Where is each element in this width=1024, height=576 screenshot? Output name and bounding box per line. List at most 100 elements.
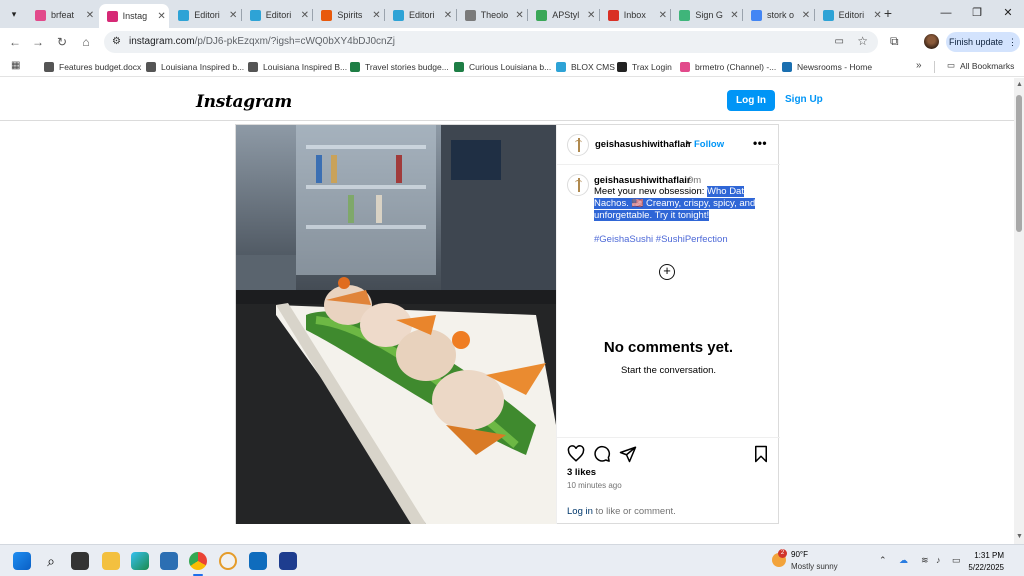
login-link[interactable]: Log in bbox=[567, 506, 593, 517]
tab-close-icon[interactable]: ✕ bbox=[155, 11, 169, 22]
volume-icon[interactable]: ♪ bbox=[936, 555, 941, 565]
url-text[interactable]: instagram.com/p/DJ6-pkEzqxm/?igsh=cWQ0bX… bbox=[129, 36, 395, 47]
app-icon[interactable] bbox=[219, 552, 237, 570]
add-circle-icon[interactable]: + bbox=[659, 264, 675, 280]
bookmark-item[interactable]: Features budget.docx bbox=[44, 60, 141, 73]
start-windows-icon[interactable] bbox=[13, 552, 31, 570]
reload-icon[interactable]: ↻ bbox=[54, 34, 70, 50]
battery-icon[interactable]: ▭ bbox=[952, 555, 961, 566]
signup-link[interactable]: Sign Up bbox=[785, 94, 823, 105]
tab-close-icon[interactable]: ✕ bbox=[799, 10, 813, 21]
clock-time[interactable]: 1:31 PM bbox=[962, 551, 1004, 560]
wifi-icon[interactable]: ≋ bbox=[921, 555, 929, 566]
install-app-icon[interactable]: ▭ bbox=[835, 36, 844, 47]
bookmark-item[interactable]: Louisiana Inspired b... bbox=[146, 60, 244, 73]
finish-update-button[interactable]: Finish update ⋮ bbox=[946, 32, 1020, 52]
tab-close-icon[interactable]: ✕ bbox=[441, 10, 455, 21]
tab-close-icon[interactable]: ✕ bbox=[513, 10, 527, 21]
bookmark-favicon-icon bbox=[350, 61, 360, 72]
bookmark-item[interactable]: Newsrooms - Home bbox=[782, 60, 872, 73]
tab-9[interactable]: Sign G ✕ bbox=[671, 4, 741, 26]
more-options-icon[interactable]: ••• bbox=[753, 136, 767, 150]
profile-avatar[interactable] bbox=[924, 34, 939, 49]
search-icon[interactable]: ⌕ bbox=[42, 552, 60, 570]
tab-5[interactable]: Editori ✕ bbox=[385, 4, 455, 26]
temperature[interactable]: 90°F bbox=[791, 550, 808, 559]
caption-username[interactable]: geishasushiwithaflair bbox=[594, 175, 691, 186]
word-icon[interactable] bbox=[279, 552, 297, 570]
follow-button[interactable]: Follow bbox=[694, 139, 724, 150]
bookmark-item[interactable]: Curious Louisiana b... bbox=[454, 60, 551, 73]
tab-separator bbox=[455, 9, 457, 21]
tab-6[interactable]: Theolo ✕ bbox=[457, 4, 527, 26]
tab-2[interactable]: Editori ✕ bbox=[170, 4, 240, 26]
outlook-icon[interactable] bbox=[249, 552, 267, 570]
bookmark-item[interactable]: BLOX CMS bbox=[556, 60, 615, 73]
tab-1[interactable]: Instag ✕ bbox=[98, 4, 169, 28]
minimize-icon[interactable]: — bbox=[936, 5, 956, 21]
tab-4[interactable]: Spirits ✕ bbox=[313, 4, 383, 26]
file-explorer-icon[interactable] bbox=[102, 552, 120, 570]
apps-grid-icon[interactable]: ▦ bbox=[11, 60, 20, 71]
tab-favicon-icon bbox=[464, 9, 476, 21]
tab-11[interactable]: Editori ✕ bbox=[815, 4, 885, 26]
tray-chevron-icon[interactable]: ⌃ bbox=[879, 555, 887, 566]
clock-date[interactable]: 5/22/2025 bbox=[962, 563, 1004, 572]
hashtags[interactable]: #GeishaSushi #SushiPerfection bbox=[594, 234, 728, 245]
more-bookmarks-icon[interactable]: » bbox=[916, 60, 922, 71]
page-scrollbar[interactable]: ▲ ▼ bbox=[1014, 78, 1024, 544]
address-bar[interactable]: ⚙ instagram.com/p/DJ6-pkEzqxm/?igsh=cWQ0… bbox=[104, 31, 878, 53]
scroll-up-arrow-icon[interactable]: ▲ bbox=[1016, 81, 1023, 88]
bookmark-item[interactable]: brmetro (Channel) -... bbox=[680, 60, 776, 73]
tab-close-icon[interactable]: ✕ bbox=[226, 10, 240, 21]
bookmark-item[interactable]: Louisiana Inspired B... bbox=[248, 60, 347, 73]
caption-avatar[interactable] bbox=[567, 174, 589, 196]
home-icon[interactable]: ⌂ bbox=[78, 34, 94, 50]
restore-icon[interactable]: ❐ bbox=[967, 5, 987, 21]
tab-favicon-icon bbox=[751, 9, 762, 21]
back-icon[interactable]: ← bbox=[7, 34, 23, 50]
share-icon[interactable] bbox=[619, 445, 637, 463]
tab-close-icon[interactable]: ✕ bbox=[369, 10, 383, 21]
post-caption: Meet your new obsession: Who Dat Nachos.… bbox=[594, 186, 756, 221]
bookmark-item[interactable]: Trax Login bbox=[617, 60, 672, 73]
comment-icon[interactable] bbox=[593, 445, 611, 463]
tab-7[interactable]: APStyl ✕ bbox=[528, 4, 598, 26]
geisha-logo-avatar[interactable] bbox=[567, 134, 589, 156]
onedrive-cloud-icon[interactable]: ☁ bbox=[899, 555, 908, 566]
site-info-icon[interactable]: ⚙ bbox=[112, 36, 124, 48]
scroll-thumb[interactable] bbox=[1016, 95, 1022, 232]
heart-icon[interactable] bbox=[567, 445, 585, 463]
tab-close-icon[interactable]: ✕ bbox=[584, 10, 598, 21]
all-bookmarks-button[interactable]: ▭ All Bookmarks bbox=[947, 60, 1014, 71]
bookmark-star-icon[interactable]: ☆ bbox=[857, 34, 868, 48]
weather-condition[interactable]: Mostly sunny bbox=[791, 562, 838, 571]
tab-close-icon[interactable]: ✕ bbox=[656, 10, 670, 21]
sushi-nachos-image bbox=[236, 125, 556, 524]
new-tab-button[interactable]: + bbox=[880, 5, 896, 21]
tab-8[interactable]: Inbox ✕ bbox=[600, 4, 670, 26]
login-button[interactable]: Log In bbox=[727, 90, 775, 111]
likes-count[interactable]: 3 likes bbox=[567, 467, 596, 478]
tab-10[interactable]: stork o ✕ bbox=[743, 4, 813, 26]
save-bookmark-icon[interactable] bbox=[752, 445, 770, 463]
tab-0[interactable]: brfeat ✕ bbox=[27, 4, 97, 26]
caption-time: 9m bbox=[688, 175, 702, 186]
store-icon[interactable] bbox=[160, 552, 178, 570]
post-username[interactable]: geishasushiwithaflair bbox=[595, 139, 692, 150]
bookmark-item[interactable]: Travel stories budge... bbox=[350, 60, 449, 73]
close-window-icon[interactable]: ✕ bbox=[998, 5, 1018, 21]
chrome-icon[interactable] bbox=[189, 552, 207, 570]
tab-close-icon[interactable]: ✕ bbox=[298, 10, 312, 21]
scroll-down-arrow-icon[interactable]: ▼ bbox=[1016, 533, 1023, 540]
tab-close-icon[interactable]: ✕ bbox=[83, 10, 97, 21]
instagram-logo[interactable]: Instagram bbox=[196, 92, 292, 112]
task-view-icon[interactable] bbox=[71, 552, 89, 570]
forward-icon[interactable]: → bbox=[30, 34, 46, 50]
extensions-icon[interactable]: ⧉ bbox=[890, 34, 899, 49]
tab-close-icon[interactable]: ✕ bbox=[727, 10, 741, 21]
tab-3[interactable]: Editori ✕ bbox=[242, 4, 312, 26]
post-photo[interactable] bbox=[236, 125, 556, 524]
tab-search-chevron-icon[interactable]: ▾ bbox=[5, 6, 23, 22]
edge-icon[interactable] bbox=[131, 552, 149, 570]
